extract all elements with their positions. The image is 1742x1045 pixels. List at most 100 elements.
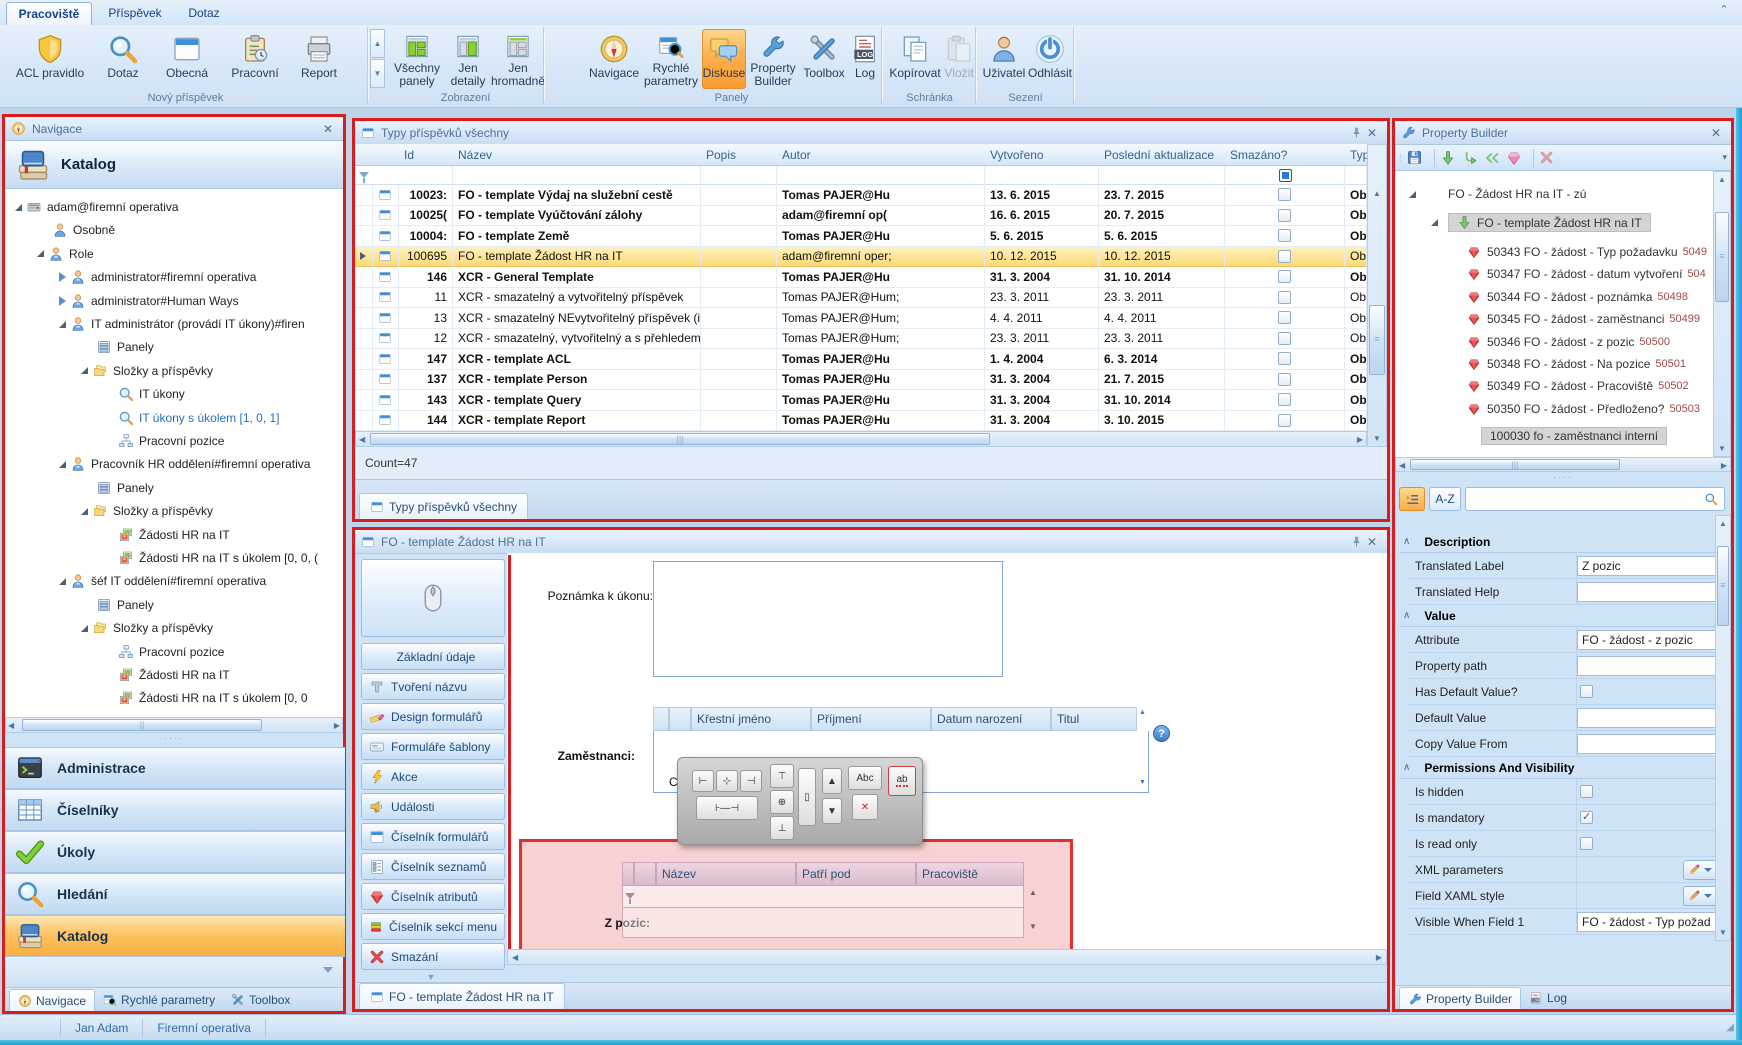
toolbar-overflow-icon[interactable]: ▾ (1722, 152, 1727, 163)
bottom-tab-toolbox[interactable]: Toolbox (223, 989, 298, 1011)
pg-value-xml-parameters[interactable] (1577, 857, 1723, 883)
filter-smazano-checkbox[interactable] (1279, 169, 1292, 182)
smazano-checkbox[interactable] (1278, 270, 1291, 283)
cell-nazev[interactable]: FO - template Země (453, 226, 701, 247)
positions-col-název[interactable]: Název (656, 862, 796, 886)
cell-aktualizace[interactable]: 23. 3. 2011 (1099, 288, 1225, 309)
smazano-checkbox[interactable] (1278, 373, 1291, 386)
grid-vertical-scrollbar[interactable]: ▲▼ ≡ (1367, 144, 1387, 447)
pb-attribute-5[interactable]: 50346 FO - žádost - z pozic50500 (1467, 335, 1670, 349)
nav-horizontal-scrollbar[interactable]: ◀▶ || (5, 717, 343, 733)
form-nav-číselník-formulářů[interactable]: Číselník formulářů (361, 823, 505, 850)
form-nav-smazání[interactable]: Smazání (361, 943, 505, 970)
sidebar-item-katalog[interactable]: Katalog (5, 915, 345, 957)
cell-popis[interactable] (701, 226, 777, 247)
ribbon-button-property-builder[interactable]: Property Builder (748, 29, 798, 89)
column-header-typ[interactable]: Typ (1345, 144, 1367, 166)
cell-id[interactable]: 12 (399, 329, 453, 350)
cell-vytvoreno[interactable]: 31. 3. 2004 (985, 267, 1099, 288)
cell-smazano[interactable] (1225, 411, 1345, 432)
positions-filter-row[interactable] (622, 886, 1024, 908)
ribbon-button-rychl-parametry[interactable]: Rychlé parametry (642, 29, 700, 89)
cell-id[interactable]: 137 (399, 370, 453, 391)
delete-control-icon[interactable]: ✕ (852, 794, 878, 820)
tree-item-pracovní-pozice[interactable]: Pracovní pozice (103, 431, 224, 451)
tree-item-složky-a-příspěvky[interactable]: Složky a příspěvky (81, 618, 213, 638)
pg-value-has-default-value?[interactable] (1577, 679, 1723, 705)
cell-autor[interactable]: Tomas PAJER@Hu (777, 267, 985, 288)
cell-autor[interactable]: Tomas PAJER@Hum; (777, 288, 985, 309)
ribbon-button-acl-pravidlo[interactable]: ACL pravidlo (10, 29, 90, 89)
cell-nazev[interactable]: XCR - template Report (453, 411, 701, 432)
cell-aktualizace[interactable]: 31. 10. 2014 (1099, 267, 1225, 288)
tab-fo-template[interactable]: FO - template Žádost HR na IT (359, 983, 565, 1009)
pg-value-property-path[interactable] (1577, 653, 1723, 679)
cell-autor[interactable]: Tomas PAJER@Hum; (777, 329, 985, 350)
ribbon-collapse-icon[interactable]: ⌃ (1716, 4, 1732, 18)
form-nav-formuláře-šablony[interactable]: Formuláře šablony (361, 733, 505, 760)
ribbon-button-jen-detaily[interactable]: Jen detaily (444, 29, 492, 89)
cell-vytvoreno[interactable]: 31. 3. 2004 (985, 390, 1099, 411)
add-child-icon[interactable] (1462, 150, 1478, 166)
ribbon-button-dotaz[interactable]: Dotaz (94, 29, 152, 89)
pg-input[interactable] (1577, 734, 1717, 754)
cell-typ[interactable]: Ob (1345, 349, 1367, 370)
pb-attribute-6[interactable]: 50348 FO - žádost - Na pozice50501 (1467, 357, 1686, 371)
smazano-checkbox[interactable] (1278, 414, 1291, 427)
ribbon-button-diskuse[interactable]: Diskuse (702, 29, 746, 89)
cell-aktualizace[interactable]: 3. 10. 2015 (1099, 411, 1225, 432)
ribbon-button-vlo-it[interactable]: Vložit (944, 29, 974, 89)
note-textarea[interactable] (653, 561, 1003, 677)
cell-smazano[interactable] (1225, 329, 1345, 350)
employees-col-titul[interactable]: Titul (1051, 707, 1137, 731)
cell-id[interactable]: 11 (399, 288, 453, 309)
cell-popis[interactable] (701, 247, 777, 268)
tree-item-žádosti-hr-na-it-s-úkolem-0-0[interactable]: Žádosti HR na IT s úkolem [0, 0 (103, 688, 308, 708)
align-middle-icon[interactable]: ⊕ (770, 790, 794, 814)
tree-item-it-administrátor-provádí-it-úkony-firen[interactable]: IT administrátor (provádí IT úkony)#fire… (59, 314, 305, 334)
smazano-checkbox[interactable] (1278, 311, 1291, 324)
move-down-icon[interactable] (1440, 150, 1456, 166)
pg-input[interactable] (1577, 708, 1717, 728)
ribbon-button-u-ivatel[interactable]: Uživatel (982, 29, 1026, 89)
positions-col-pracoviště[interactable]: Pracoviště (916, 862, 1024, 886)
cell-typ[interactable]: Ob (1345, 411, 1367, 432)
align-right-icon[interactable]: ⊣ (740, 770, 762, 792)
tree-item-role[interactable]: Role (37, 244, 94, 264)
sidebar-item-hledání[interactable]: Hledání (5, 873, 345, 915)
tree-item-složky-a-příspěvky[interactable]: Složky a příspěvky (81, 501, 213, 521)
close-icon[interactable]: ✕ (1707, 126, 1725, 140)
pencil-edit-button[interactable] (1683, 860, 1717, 880)
canvas-horizontal-scrollbar[interactable]: ◀▶ (507, 949, 1387, 965)
spin-up-icon[interactable]: ▲ (822, 768, 842, 794)
cell-vytvoreno[interactable]: 31. 3. 2004 (985, 370, 1099, 391)
cell-nazev[interactable]: FO - template Výdaj na služební cestě (453, 185, 701, 206)
cell-vytvoreno[interactable]: 10. 12. 2015 (985, 247, 1099, 268)
resize-grip-icon[interactable]: ◢ (1726, 1022, 1736, 1033)
grid-horizontal-scrollbar[interactable]: ◀▶ ||| (355, 431, 1367, 447)
smazano-checkbox[interactable] (1278, 250, 1291, 263)
cell-typ[interactable]: Ob (1345, 267, 1367, 288)
cell-vytvoreno[interactable]: 23. 3. 2011 (985, 329, 1099, 350)
cell-smazano[interactable] (1225, 267, 1345, 288)
cell-popis[interactable] (701, 206, 777, 227)
smazano-checkbox[interactable] (1278, 188, 1291, 201)
cell-aktualizace[interactable]: 10. 12. 2015 (1099, 247, 1225, 268)
pg-value-translated-label[interactable]: Z pozic (1577, 553, 1723, 579)
cell-smazano[interactable] (1225, 226, 1345, 247)
pb-grid-vscrollbar[interactable]: ▲▼ ≡ (1715, 515, 1731, 941)
cell-smazano[interactable] (1225, 349, 1345, 370)
stretch-vertical-icon[interactable]: ▯ (798, 768, 816, 826)
ribbon-button-pracovn-[interactable]: Pracovní (222, 29, 288, 89)
cell-smazano[interactable] (1225, 308, 1345, 329)
sidebar-item-administrace[interactable]: Administrace (5, 747, 345, 789)
cell-autor[interactable]: Tomas PAJER@Hu (777, 411, 985, 432)
cell-smazano[interactable] (1225, 370, 1345, 391)
add-attribute-icon[interactable] (1506, 150, 1522, 166)
cell-autor[interactable]: Tomas PAJER@Hum; (777, 308, 985, 329)
tree-item-panely[interactable]: Panely (81, 478, 154, 498)
cell-aktualizace[interactable]: 31. 10. 2014 (1099, 390, 1225, 411)
ribbon-button-toolbox[interactable]: Toolbox (800, 29, 848, 89)
ribbon-button-log[interactable]: Log (850, 29, 880, 89)
ribbon-tab-1[interactable]: Pracoviště (6, 2, 92, 25)
